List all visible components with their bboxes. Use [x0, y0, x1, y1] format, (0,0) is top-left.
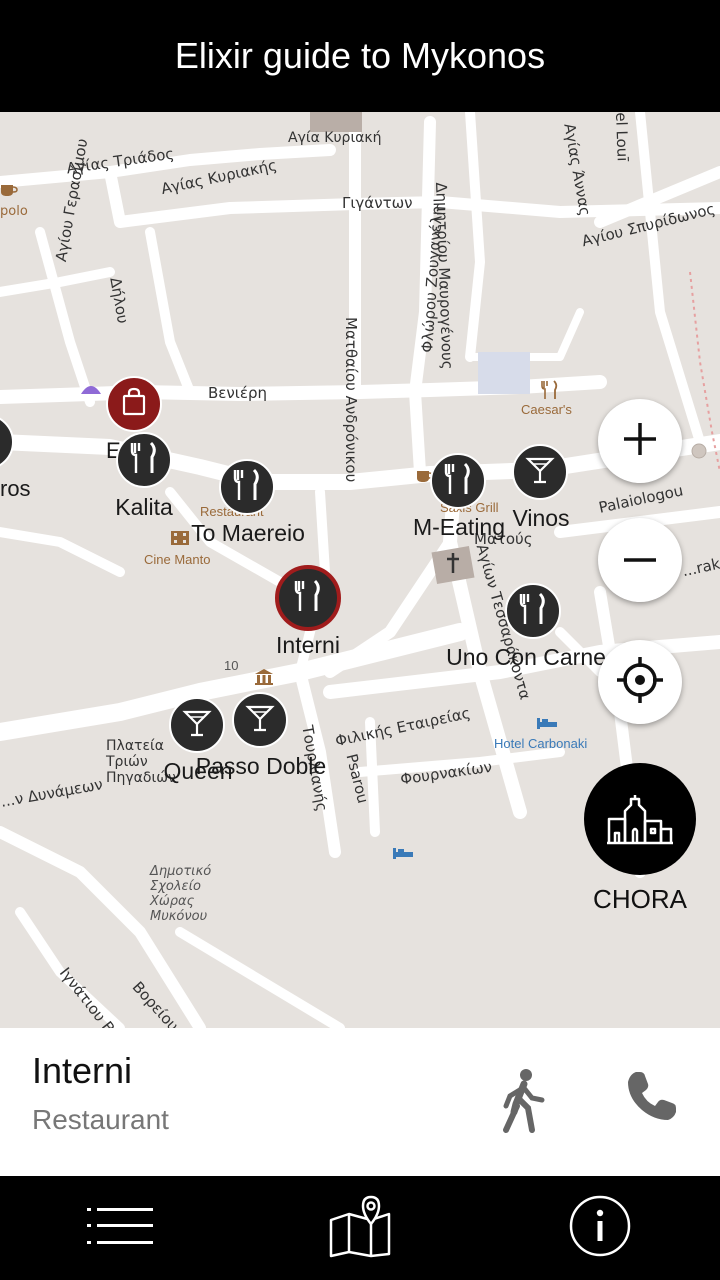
phone-icon — [624, 1072, 680, 1128]
walking-person-icon — [498, 1069, 548, 1138]
chora-area-button[interactable] — [584, 763, 696, 875]
street-label: Ματθαίου Ανδρόνικου — [342, 317, 360, 483]
point-icon — [690, 442, 708, 465]
map-view[interactable]: Αγία Κυριακή Αγίας Τριάδος Αγίας Κυριακή… — [0, 112, 720, 1028]
museum-icon — [254, 668, 274, 691]
marker-shop[interactable] — [106, 376, 162, 432]
marker-label: To Maereio — [191, 520, 305, 546]
marker-to-maereio[interactable] — [219, 459, 275, 515]
cocktail-icon — [525, 455, 555, 490]
nav-info-button[interactable] — [564, 1194, 636, 1262]
plus-icon — [622, 421, 658, 462]
place-info-panel[interactable]: Interni Restaurant — [0, 1028, 720, 1176]
marker-m-eating[interactable] — [430, 453, 486, 509]
bottom-nav-bar — [0, 1176, 720, 1280]
poi-label: Hotel Carbonaki — [494, 736, 588, 751]
zoom-out-button[interactable] — [598, 518, 682, 602]
marker-kalita[interactable] — [116, 432, 172, 488]
cutlery-icon — [443, 462, 473, 501]
school-label: Δημοτικό Σχολείο Χώρας Μυκόνου — [150, 864, 212, 924]
cutlery-icon — [293, 579, 323, 618]
cutlery-icon — [129, 441, 159, 480]
call-button[interactable] — [624, 1068, 680, 1129]
marker-uno-con-carne[interactable] — [505, 583, 561, 639]
cocktail-icon — [182, 708, 212, 743]
marker-label: Interni — [276, 632, 340, 658]
marker-label: Vinos — [512, 505, 570, 531]
shopping-bag-icon — [120, 387, 148, 422]
marker-passo-doble[interactable] — [232, 692, 288, 748]
chora-label: CHORA — [593, 884, 687, 914]
cutlery-icon — [518, 592, 548, 631]
crosshair-icon — [615, 655, 665, 710]
church-icon — [444, 552, 462, 579]
fork-knife-icon — [541, 380, 559, 405]
hotel-icon — [536, 716, 558, 735]
marker-label: Uno Con Carne — [446, 644, 606, 670]
hotel-icon — [392, 846, 414, 865]
app-header: Elixir guide to Mykonos — [0, 0, 720, 112]
list-icon — [85, 1204, 155, 1253]
page-title: Elixir guide to Mykonos — [174, 35, 546, 76]
street-label: Γιγάντων — [342, 194, 413, 212]
marker-label: ros — [0, 476, 31, 501]
cutlery-icon — [232, 468, 262, 507]
cinema-icon — [170, 530, 190, 551]
walking-directions-button[interactable] — [498, 1068, 548, 1139]
nav-list-button[interactable] — [84, 1194, 156, 1262]
marker-vinos[interactable] — [512, 444, 568, 500]
my-location-button[interactable] — [598, 640, 682, 724]
nav-map-button[interactable] — [324, 1194, 396, 1262]
place-name: Interni — [32, 1050, 133, 1091]
map-icon — [327, 1194, 393, 1263]
street-label: Αγία Κυριακή — [288, 130, 382, 146]
bakery-icon — [80, 382, 102, 401]
street-label: Βενιέρη — [208, 384, 267, 402]
marker-queen[interactable] — [169, 697, 225, 753]
poi-label: 10 — [224, 658, 239, 673]
place-type: Restaurant — [32, 1104, 169, 1135]
poi-label: polo — [0, 204, 28, 219]
marker-label: Kalita — [115, 494, 173, 520]
marker-interni-selected[interactable] — [275, 565, 341, 631]
poi-label: Cine Manto — [144, 552, 211, 567]
cocktail-icon — [245, 703, 275, 738]
marker-label: Passo Doble — [195, 753, 327, 779]
street-label: el Louī — [612, 112, 632, 162]
info-icon — [568, 1194, 632, 1263]
village-houses-icon — [605, 789, 675, 850]
zoom-in-button[interactable] — [598, 399, 682, 483]
minus-icon — [622, 551, 658, 569]
cafe-icon — [0, 182, 18, 203]
marker-label: M-Eating — [412, 514, 506, 540]
